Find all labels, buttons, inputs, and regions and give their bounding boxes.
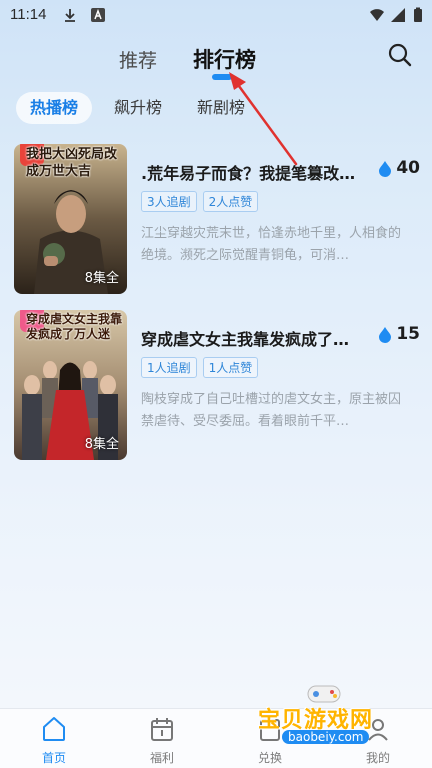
subtab-hot[interactable]: 热播榜 [16,92,93,124]
flame-drop-icon [379,160,392,177]
episode-count: 8集全 [84,271,119,286]
like-tag: 1人点赞 [202,357,259,378]
status-bar: 11:14 [0,0,432,30]
calendar-icon [151,718,173,741]
download-icon [65,9,75,22]
drama-title[interactable]: 穿成虐文女主我靠发疯成了… [141,326,373,350]
episode-count: 8集全 [84,437,119,452]
drama-cover[interactable]: 1 我把大凶死局改成万世大吉 8集全 [14,144,127,294]
battery-icon [414,7,422,22]
app-notification-icon [91,8,105,22]
tab-recommend[interactable]: 推荐 [119,46,157,73]
tag-list: 3人追剧 2人点赞 [141,191,259,212]
search-icon[interactable] [387,42,413,68]
tab-indicator [212,74,232,80]
nav-label: 我的 [365,751,390,765]
subtab-rising[interactable]: 飙升榜 [100,92,176,124]
watermark-url: baobeiy.com [282,730,370,744]
heat-number: 15 [396,324,420,344]
drama-description: 陶枝穿成了自己吐槽过的虐文女主，原主被囚禁虐待、受尽委屈。看着眼前千平… [141,392,402,429]
follow-tag: 1人追剧 [141,357,197,378]
heat-number: 40 [396,158,420,178]
follow-tag: 3人追剧 [141,191,197,212]
flame-drop-icon [379,326,392,343]
drama-cover[interactable]: 2 穿成虐文女主我靠发疯成了万人迷 8集全 [14,310,127,460]
status-time: 11:14 [10,6,47,23]
drama-title[interactable]: .荒年易子而食？我提笔篡改… [141,160,373,184]
tab-ranking[interactable]: 排行榜 [193,44,256,74]
home-icon [43,717,65,741]
wifi-icon [370,9,384,21]
heat-count: 15 [378,324,420,344]
drama-card[interactable]: 2 穿成虐文女主我靠发疯成了万人迷 8集全 穿成虐文女主我靠发疯成了… 15 1… [14,310,422,460]
heat-count: 40 [378,158,420,178]
nav-welfare[interactable]: 福利 [122,709,202,768]
nav-home[interactable]: 首页 [14,709,94,768]
tag-list: 1人追剧 1人点赞 [141,357,259,378]
nav-label: 首页 [41,751,66,765]
drama-card[interactable]: 1 我把大凶死局改成万世大吉 8集全 .荒年易子而食？我提笔篡改… 40 3人追… [14,144,422,294]
like-tag: 2人点赞 [202,191,259,212]
gamepad-icon [307,685,341,703]
site-watermark: 宝贝游戏网 baobeiy.com [252,680,402,750]
cover-caption: 我把大凶死局改成万世大吉 [26,147,118,179]
drama-description: 江尘穿越灾荒末世，恰逢赤地千里，人相食的绝境。濒死之际觉醒青铜龟，可消… [141,226,402,263]
nav-label: 福利 [149,751,174,765]
subtab-new[interactable]: 新剧榜 [183,92,259,124]
signal-icon [391,8,405,22]
nav-label: 兑换 [257,751,282,765]
cover-caption: 穿成虐文女主我靠发疯成了万人迷 [26,312,123,341]
